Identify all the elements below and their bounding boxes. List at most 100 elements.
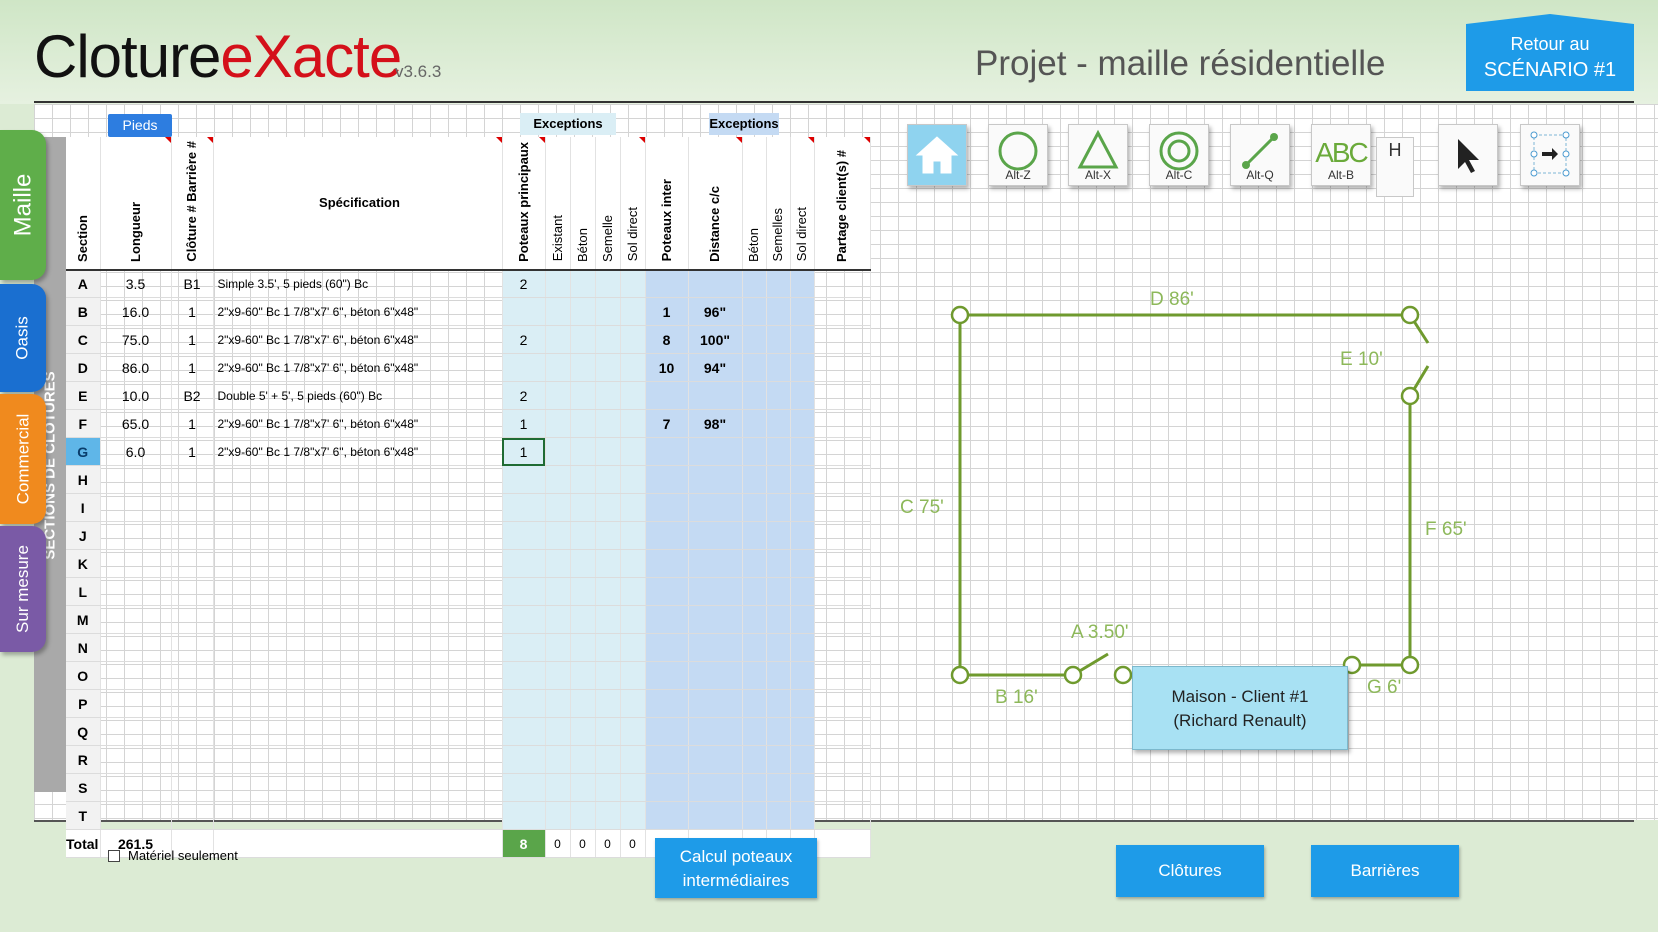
row-longueur[interactable] — [100, 661, 172, 691]
row-beton-2[interactable] — [742, 409, 767, 439]
post-node[interactable] — [1400, 386, 1420, 406]
row-numero[interactable] — [171, 661, 214, 691]
row-semelles-2[interactable] — [766, 745, 791, 775]
row-beton[interactable] — [570, 745, 596, 775]
row-existant[interactable] — [545, 353, 571, 383]
checkbox-box[interactable] — [108, 849, 120, 862]
row-distance[interactable]: 100" — [688, 325, 743, 355]
row-poteaux-principaux[interactable] — [502, 549, 546, 579]
row-beton[interactable] — [570, 633, 596, 663]
row-existant[interactable] — [545, 801, 571, 831]
row-sol-direct[interactable] — [620, 353, 646, 383]
row-poteaux-principaux[interactable] — [502, 689, 546, 719]
row-beton-2[interactable] — [742, 465, 767, 495]
triangle-tool-button[interactable]: Alt-X — [1068, 124, 1128, 186]
row-semelle[interactable] — [595, 465, 621, 495]
row-sol-direct-2[interactable] — [790, 549, 815, 579]
row-partage[interactable] — [814, 773, 871, 803]
row-semelle[interactable] — [595, 689, 621, 719]
row-specification[interactable] — [213, 745, 503, 775]
row-sol-direct[interactable] — [620, 577, 646, 607]
row-semelle[interactable] — [595, 745, 621, 775]
row-sol-direct-2[interactable] — [790, 605, 815, 635]
row-semelle[interactable] — [595, 493, 621, 523]
row-specification[interactable] — [213, 605, 503, 635]
post-node[interactable] — [950, 665, 970, 685]
row-numero[interactable] — [171, 549, 214, 579]
row-poteaux-principaux[interactable] — [502, 577, 546, 607]
row-poteaux-inter[interactable]: 10 — [645, 353, 689, 383]
row-specification[interactable]: 2"x9-60" Bc 1 7/8"x7' 6", béton 6"x48" — [213, 297, 503, 327]
row-sol-direct[interactable] — [620, 549, 646, 579]
row-specification[interactable] — [213, 689, 503, 719]
row-existant[interactable] — [545, 521, 571, 551]
row-semelle[interactable] — [595, 521, 621, 551]
post-node[interactable] — [950, 305, 970, 325]
row-longueur[interactable] — [100, 577, 172, 607]
row-numero[interactable] — [171, 745, 214, 775]
row-sol-direct[interactable] — [620, 437, 646, 467]
row-semelles-2[interactable] — [766, 353, 791, 383]
row-longueur[interactable] — [100, 465, 172, 495]
row-numero[interactable] — [171, 717, 214, 747]
row-distance[interactable]: 96" — [688, 297, 743, 327]
row-existant[interactable] — [545, 297, 571, 327]
row-longueur[interactable]: 65.0 — [100, 409, 172, 439]
row-sol-direct[interactable] — [620, 493, 646, 523]
row-semelles-2[interactable] — [766, 577, 791, 607]
barrieres-button[interactable]: Barrières — [1311, 845, 1459, 897]
row-poteaux-inter[interactable] — [645, 689, 689, 719]
row-distance[interactable] — [688, 269, 743, 299]
row-sol-direct[interactable] — [620, 633, 646, 663]
row-specification[interactable] — [213, 577, 503, 607]
row-sol-direct-2[interactable] — [790, 717, 815, 747]
row-poteaux-principaux[interactable] — [502, 465, 546, 495]
row-semelles-2[interactable] — [766, 773, 791, 803]
row-numero[interactable] — [171, 577, 214, 607]
row-semelles-2[interactable] — [766, 325, 791, 355]
row-specification[interactable]: 2"x9-60" Bc 1 7/8"x7' 6", béton 6"x48" — [213, 325, 503, 355]
row-sol-direct-2[interactable] — [790, 745, 815, 775]
row-beton[interactable] — [570, 521, 596, 551]
row-semelles-2[interactable] — [766, 381, 791, 411]
row-sol-direct[interactable] — [620, 297, 646, 327]
row-existant[interactable] — [545, 661, 571, 691]
row-longueur[interactable] — [100, 689, 172, 719]
row-distance[interactable]: 94" — [688, 353, 743, 383]
row-poteaux-principaux[interactable] — [502, 633, 546, 663]
select-tool-button[interactable] — [1438, 124, 1498, 186]
row-distance[interactable] — [688, 577, 743, 607]
row-poteaux-principaux[interactable] — [502, 521, 546, 551]
row-poteaux-inter[interactable] — [645, 493, 689, 523]
row-sol-direct-2[interactable] — [790, 801, 815, 831]
row-poteaux-principaux[interactable] — [502, 801, 546, 831]
row-poteaux-inter[interactable] — [645, 633, 689, 663]
row-sol-direct[interactable] — [620, 381, 646, 411]
row-numero[interactable] — [171, 605, 214, 635]
row-sol-direct[interactable] — [620, 465, 646, 495]
row-longueur[interactable] — [100, 521, 172, 551]
row-longueur[interactable]: 6.0 — [100, 437, 172, 467]
row-semelles-2[interactable] — [766, 409, 791, 439]
row-sol-direct-2[interactable] — [790, 633, 815, 663]
row-sol-direct-2[interactable] — [790, 353, 815, 383]
row-existant[interactable] — [545, 577, 571, 607]
row-poteaux-inter[interactable] — [645, 521, 689, 551]
row-poteaux-principaux[interactable] — [502, 297, 546, 327]
row-poteaux-principaux[interactable]: 1 — [502, 437, 546, 467]
row-semelle[interactable] — [595, 549, 621, 579]
row-distance[interactable] — [688, 493, 743, 523]
row-beton-2[interactable] — [742, 605, 767, 635]
row-existant[interactable] — [545, 493, 571, 523]
row-sol-direct-2[interactable] — [790, 297, 815, 327]
row-sol-direct-2[interactable] — [790, 521, 815, 551]
row-specification[interactable]: 2"x9-60" Bc 1 7/8"x7' 6", béton 6"x48" — [213, 409, 503, 439]
row-numero[interactable] — [171, 521, 214, 551]
row-semelles-2[interactable] — [766, 465, 791, 495]
row-poteaux-principaux[interactable]: 2 — [502, 269, 546, 299]
row-sol-direct[interactable] — [620, 745, 646, 775]
row-poteaux-inter[interactable]: 8 — [645, 325, 689, 355]
row-distance[interactable] — [688, 605, 743, 635]
row-semelle[interactable] — [595, 353, 621, 383]
row-beton-2[interactable] — [742, 437, 767, 467]
